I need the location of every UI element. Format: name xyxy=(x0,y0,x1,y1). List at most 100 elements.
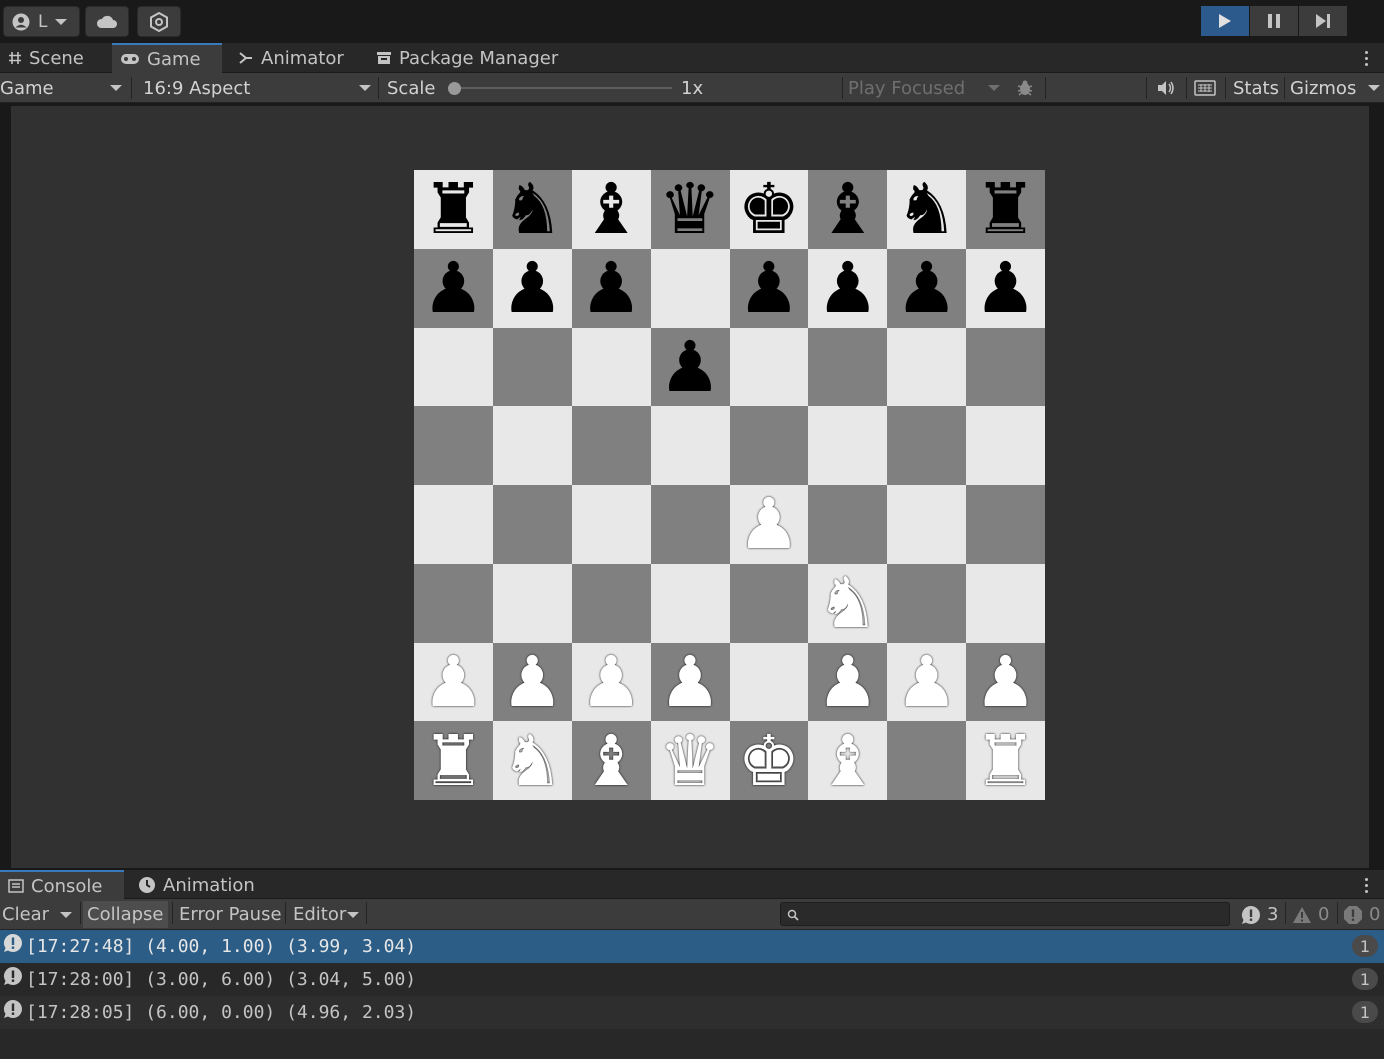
clear-button[interactable]: Clear xyxy=(0,901,51,928)
square-c7[interactable]: ♟ xyxy=(571,248,651,328)
square-a4[interactable] xyxy=(414,485,493,564)
square-d7[interactable] xyxy=(650,248,730,328)
black-king-icon[interactable]: ♚ xyxy=(738,174,801,244)
square-h8[interactable]: ♜ xyxy=(966,170,1045,249)
square-f6[interactable] xyxy=(808,327,888,407)
square-a5[interactable] xyxy=(414,406,493,485)
white-knight-icon[interactable]: ♞ xyxy=(501,726,564,796)
collab-button[interactable] xyxy=(137,6,181,37)
chess-board[interactable]: ♜ ♞ ♝ ♛ ♚ ♝ ♞ ♜ ♟ ♟ ♟ ♟ ♟ ♟ ♟ ♟ ♟ ♞ ♟ ♟ ♟ ♟ ♟ ♟ ♟ ♜ ♞ ♝ ♛ ♚ ♝ ♜ xyxy=(414,170,1045,800)
white-rook-icon[interactable]: ♜ xyxy=(422,726,485,796)
square-b5[interactable] xyxy=(492,406,572,485)
white-pawn-icon[interactable]: ♟ xyxy=(738,489,801,559)
cloud-button[interactable] xyxy=(85,6,129,37)
square-d8[interactable]: ♛ xyxy=(650,170,730,249)
square-f8[interactable]: ♝ xyxy=(808,170,888,249)
play-mode-dropdown[interactable]: Play Focused xyxy=(848,75,1004,101)
white-pawn-icon[interactable]: ♟ xyxy=(580,647,643,717)
warning-count-toggle[interactable]: 0 xyxy=(1292,901,1329,928)
square-d2[interactable]: ♟ xyxy=(650,642,730,722)
square-e8[interactable]: ♚ xyxy=(729,170,809,249)
square-e7[interactable]: ♟ xyxy=(729,248,809,328)
shortcuts-toggle[interactable] xyxy=(1190,75,1220,101)
square-d5[interactable] xyxy=(650,406,730,485)
black-queen-icon[interactable]: ♛ xyxy=(659,174,722,244)
square-h3[interactable] xyxy=(966,563,1045,643)
white-queen-icon[interactable]: ♛ xyxy=(659,726,722,796)
black-pawn-icon[interactable]: ♟ xyxy=(659,332,722,402)
step-button[interactable] xyxy=(1299,6,1347,36)
square-a1[interactable]: ♜ xyxy=(414,721,493,800)
log-count-toggle[interactable]: 3 xyxy=(1241,901,1278,928)
square-g7[interactable]: ♟ xyxy=(887,248,967,328)
black-pawn-icon[interactable]: ♟ xyxy=(974,253,1037,323)
square-f7[interactable]: ♟ xyxy=(808,248,888,328)
square-c1[interactable]: ♝ xyxy=(571,721,651,800)
log-entry[interactable]: [17:27:48] (4.00, 1.00) (3.99, 3.04) 1 xyxy=(0,930,1384,963)
black-rook-icon[interactable]: ♜ xyxy=(974,174,1037,244)
square-c5[interactable] xyxy=(571,406,651,485)
square-g2[interactable]: ♟ xyxy=(887,642,967,722)
square-c3[interactable] xyxy=(571,563,651,643)
square-a3[interactable] xyxy=(414,563,493,643)
account-dropdown[interactable]: L xyxy=(3,6,80,37)
square-c4[interactable] xyxy=(571,485,651,564)
console-search-field[interactable] xyxy=(780,902,1230,926)
mute-audio-toggle[interactable] xyxy=(1151,75,1181,101)
white-pawn-icon[interactable]: ♟ xyxy=(895,647,958,717)
black-pawn-icon[interactable]: ♟ xyxy=(580,253,643,323)
stats-toggle[interactable]: Stats xyxy=(1233,75,1279,101)
square-h1[interactable]: ♜ xyxy=(966,721,1045,800)
black-pawn-icon[interactable]: ♟ xyxy=(816,253,879,323)
square-h4[interactable] xyxy=(966,485,1045,564)
white-rook-icon[interactable]: ♜ xyxy=(974,726,1037,796)
square-g4[interactable] xyxy=(887,485,967,564)
white-pawn-icon[interactable]: ♟ xyxy=(974,647,1037,717)
black-knight-icon[interactable]: ♞ xyxy=(895,174,958,244)
square-e2[interactable] xyxy=(729,642,809,722)
error-pause-toggle[interactable]: Error Pause xyxy=(177,901,284,928)
square-d6[interactable]: ♟ xyxy=(650,327,730,407)
square-a7[interactable]: ♟ xyxy=(414,248,493,328)
play-button[interactable] xyxy=(1201,6,1249,36)
square-e6[interactable] xyxy=(729,327,809,407)
square-f2[interactable]: ♟ xyxy=(808,642,888,722)
tab-game[interactable]: Game xyxy=(112,43,222,73)
square-g6[interactable] xyxy=(887,327,967,407)
clear-options-dropdown[interactable] xyxy=(55,901,77,928)
editor-dropdown[interactable]: Editor xyxy=(291,901,365,928)
square-b3[interactable] xyxy=(492,563,572,643)
white-bishop-icon[interactable]: ♝ xyxy=(816,726,879,796)
square-c8[interactable]: ♝ xyxy=(571,170,651,249)
square-a6[interactable] xyxy=(414,327,493,407)
white-pawn-icon[interactable]: ♟ xyxy=(422,647,485,717)
square-b8[interactable]: ♞ xyxy=(492,170,572,249)
square-g8[interactable]: ♞ xyxy=(887,170,967,249)
square-e1[interactable]: ♚ xyxy=(729,721,809,800)
square-g3[interactable] xyxy=(887,563,967,643)
white-pawn-icon[interactable]: ♟ xyxy=(501,647,564,717)
white-pawn-icon[interactable]: ♟ xyxy=(659,647,722,717)
square-c2[interactable]: ♟ xyxy=(571,642,651,722)
scale-slider[interactable] xyxy=(448,82,672,95)
square-h5[interactable] xyxy=(966,406,1045,485)
tab-animation[interactable]: Animation xyxy=(130,870,263,900)
black-rook-icon[interactable]: ♜ xyxy=(422,174,485,244)
white-knight-icon[interactable]: ♞ xyxy=(816,568,879,638)
white-bishop-icon[interactable]: ♝ xyxy=(580,726,643,796)
black-knight-icon[interactable]: ♞ xyxy=(501,174,564,244)
square-h2[interactable]: ♟ xyxy=(966,642,1045,722)
black-bishop-icon[interactable]: ♝ xyxy=(816,174,879,244)
tab-package-manager[interactable]: Package Manager xyxy=(368,43,566,73)
display-dropdown[interactable]: Game xyxy=(0,75,128,101)
more-options-icon[interactable] xyxy=(1356,875,1376,895)
debug-toggle[interactable] xyxy=(1010,75,1040,101)
square-h6[interactable] xyxy=(966,327,1045,407)
pause-button[interactable] xyxy=(1250,6,1298,36)
aspect-dropdown[interactable]: 16:9 Aspect xyxy=(143,75,375,101)
error-count-toggle[interactable]: 0 xyxy=(1343,901,1380,928)
square-f3[interactable]: ♞ xyxy=(808,563,888,643)
black-pawn-icon[interactable]: ♟ xyxy=(738,253,801,323)
tab-console[interactable]: Console xyxy=(0,870,124,900)
square-e5[interactable] xyxy=(729,406,809,485)
